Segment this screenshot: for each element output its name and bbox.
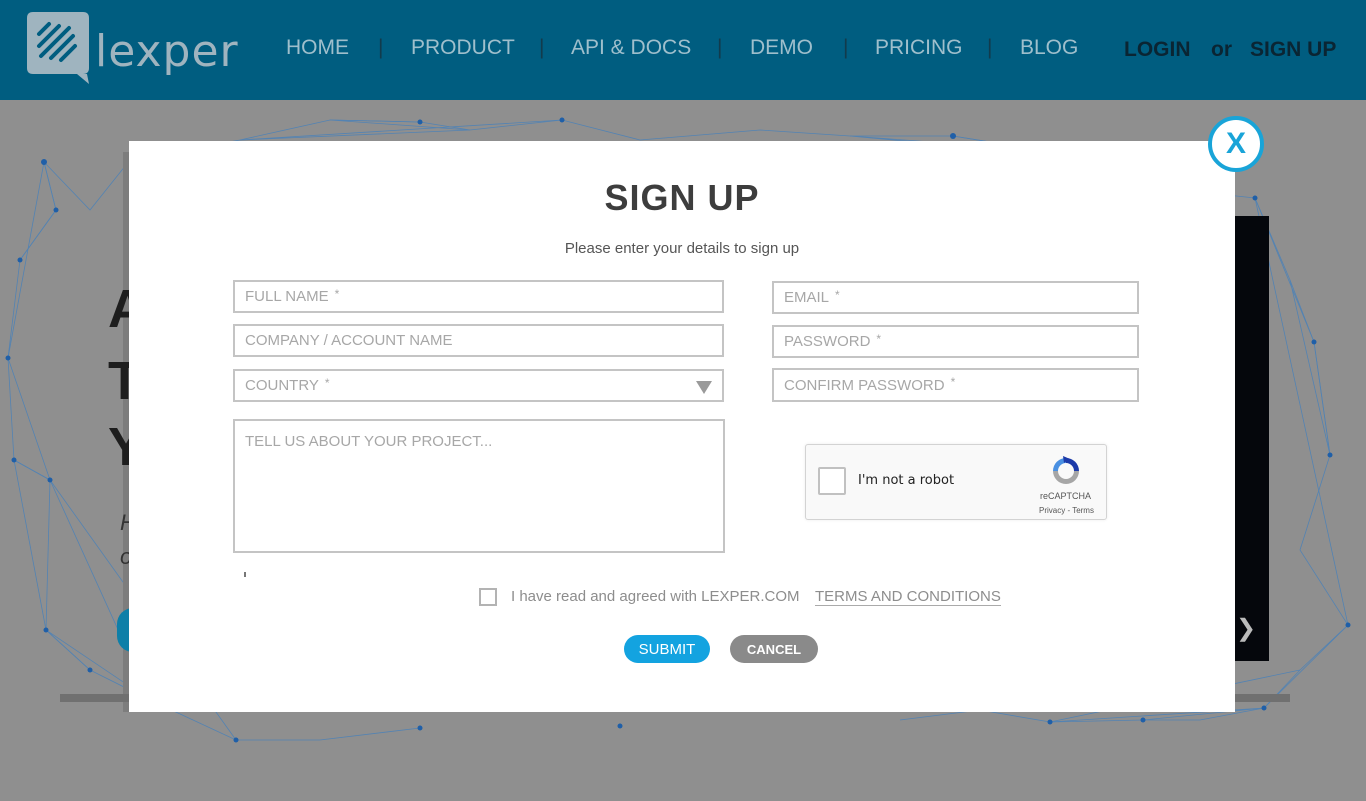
or-text: or: [1211, 38, 1232, 61]
recaptcha-widget: I'm not a robot reCAPTCHA Privacy - Term…: [805, 444, 1107, 520]
nav-home[interactable]: HOME: [286, 36, 349, 60]
full-name-field[interactable]: FULL NAME *: [233, 280, 724, 313]
full-name-placeholder: FULL NAME: [245, 288, 329, 305]
close-modal-button[interactable]: X: [1208, 116, 1264, 172]
project-placeholder: TELL US ABOUT YOUR PROJECT...: [245, 433, 493, 450]
modal-title: SIGN UP: [604, 177, 760, 218]
email-field[interactable]: EMAIL *: [772, 281, 1139, 314]
required-mark: *: [950, 375, 956, 389]
modal-subtitle: Please enter your details to sign up: [564, 240, 800, 257]
recaptcha-logo-icon: [1053, 456, 1079, 484]
required-mark: *: [835, 288, 840, 302]
terms-agreement-text: I have read and agreed with LEXPER.COM: [511, 588, 800, 605]
required-mark: *: [876, 332, 882, 346]
chevron-right-icon: ❯: [1236, 615, 1257, 642]
password-placeholder: PASSWORD: [784, 333, 871, 350]
company-field[interactable]: COMPANY / ACCOUNT NAME: [233, 324, 724, 357]
recaptcha-privacy-terms-link[interactable]: Privacy - Terms: [1039, 506, 1094, 515]
submit-button[interactable]: SUBMIT: [624, 635, 710, 663]
country-placeholder: COUNTRY: [245, 377, 319, 394]
recaptcha-brand: reCAPTCHA: [1040, 491, 1092, 501]
background-dark-slide: [1230, 216, 1269, 661]
password-field[interactable]: PASSWORD *: [772, 325, 1139, 358]
nav-separator: |: [378, 36, 384, 59]
country-select[interactable]: COUNTRY *: [233, 369, 724, 402]
company-placeholder: COMPANY / ACCOUNT NAME: [245, 332, 453, 349]
lexper-logo[interactable]: lexper: [27, 12, 238, 86]
project-textarea[interactable]: TELL US ABOUT YOUR PROJECT...: [233, 419, 725, 553]
nav-api-docs[interactable]: API & DOCS: [571, 36, 691, 60]
login-link[interactable]: LOGIN: [1124, 38, 1191, 62]
nav-separator: |: [539, 36, 545, 59]
terms-and-conditions-link[interactable]: TERMS AND CONDITIONS: [815, 588, 1001, 606]
nav-blog[interactable]: BLOG: [1020, 36, 1078, 60]
nav-demo[interactable]: DEMO: [750, 36, 813, 60]
brand-name: lexper: [95, 26, 239, 77]
nav-pricing[interactable]: PRICING: [875, 36, 963, 60]
nav-separator: |: [987, 36, 993, 59]
speech-bubble-logo-icon: [27, 12, 89, 84]
recaptcha-checkbox[interactable]: [818, 467, 846, 495]
cancel-button[interactable]: CANCEL: [730, 635, 818, 663]
terms-checkbox[interactable]: [479, 588, 497, 606]
required-mark: *: [334, 287, 340, 301]
confirm-password-field[interactable]: CONFIRM PASSWORD *: [772, 368, 1139, 402]
top-navigation-bar: lexper HOME | PRODUCT | API & DOCS | DEM…: [0, 0, 1366, 100]
signup-link[interactable]: SIGN UP: [1250, 38, 1336, 62]
recaptcha-label: I'm not a robot: [858, 473, 955, 488]
confirm-password-placeholder: CONFIRM PASSWORD: [784, 376, 945, 394]
nav-product[interactable]: PRODUCT: [411, 36, 515, 60]
nav-separator: |: [717, 36, 723, 59]
text-cursor-mark: [244, 572, 246, 577]
nav-separator: |: [843, 36, 849, 59]
signup-modal: SIGN UP Please enter your details to sig…: [129, 141, 1235, 712]
email-placeholder: EMAIL: [784, 289, 830, 306]
required-mark: *: [324, 376, 330, 390]
dropdown-arrow-icon: [696, 381, 712, 394]
